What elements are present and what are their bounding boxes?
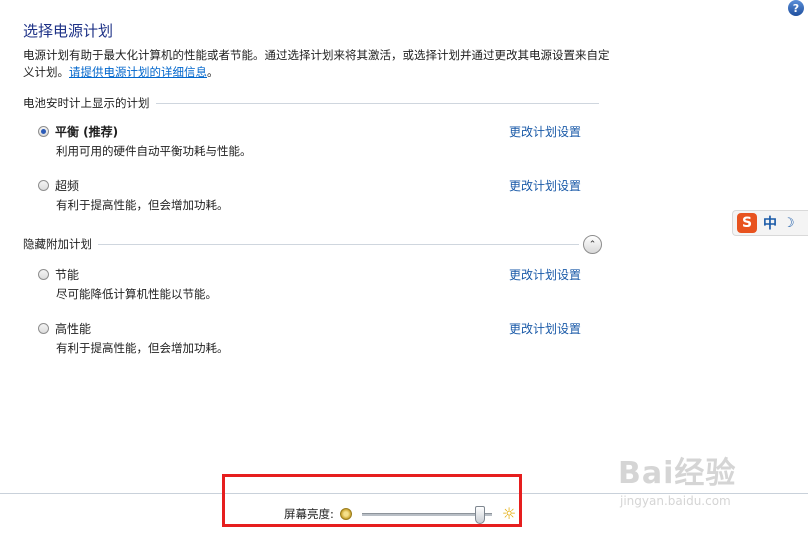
radio-balanced[interactable] [38,125,49,137]
plan-name: 高性能 [55,321,92,336]
watermark-sub: jingyan.baidu.com [620,494,731,508]
ime-toolbar[interactable]: S 中 ☽ [732,210,808,236]
plan-details-link[interactable]: 请提供电源计划的详细信息 [69,65,207,79]
brightness-label: 屏幕亮度: [284,507,334,521]
plan-description: 有利于提高性能，但会增加功耗。 [56,341,229,355]
radio-overclock[interactable] [38,179,49,191]
brightness-high-icon: ☼ [501,504,517,523]
help-icon[interactable]: ? [788,0,804,16]
brightness-slider-thumb[interactable] [474,505,485,524]
intro-text: 电源计划有助于最大化计算机的性能或者节能。通过选择计划来将其激活，或选择计划并通… [23,47,613,81]
change-plan-settings-link[interactable]: 更改计划设置 [509,123,581,140]
hidden-plans-group-header: 隐藏附加计划 [23,237,579,251]
brightness-slider-track[interactable] [361,505,492,524]
ime-mode-chinese[interactable]: 中 [763,213,777,233]
brightness-low-icon [339,508,352,520]
intro-end: 。 [207,65,219,79]
radio-power-saver[interactable] [38,268,49,280]
battery-meter-group-header: 电池安时计上显示的计划 [23,96,599,110]
plan-overclock[interactable]: 超频 有利于提高性能，但会增加功耗。 更改计划设置 [38,177,598,213]
screen-brightness-control: 屏幕亮度: ☼ [284,504,517,524]
plan-description: 利用可用的硬件自动平衡功耗与性能。 [56,144,252,158]
change-plan-settings-link[interactable]: 更改计划设置 [509,177,581,194]
baidu-watermark: Bai经验 jingyan.baidu.com [618,448,798,518]
plan-name: 超频 [55,178,80,193]
sogou-logo-icon[interactable]: S [737,213,757,233]
change-plan-settings-link[interactable]: 更改计划设置 [509,266,581,283]
plan-description: 有利于提高性能，但会增加功耗。 [56,198,229,212]
plan-name: 节能 [55,267,80,282]
page-title: 选择电源计划 [23,22,114,40]
plan-high-performance[interactable]: 高性能 有利于提高性能，但会增加功耗。 更改计划设置 [38,320,598,356]
watermark-main: Bai经验 [618,456,737,491]
plan-balanced[interactable]: 平衡 (推荐) 利用可用的硬件自动平衡功耗与性能。 更改计划设置 [38,123,598,159]
divider [155,102,599,104]
collapse-chevron-up-icon[interactable]: ⌃ [583,235,602,254]
plan-description: 尽可能降低计算机性能以节能。 [56,287,217,301]
radio-high-performance[interactable] [38,322,49,334]
change-plan-settings-link[interactable]: 更改计划设置 [509,320,581,337]
group-label: 电池安时计上显示的计划 [23,96,150,110]
divider [98,243,579,245]
group-label: 隐藏附加计划 [23,237,92,251]
plan-power-saver[interactable]: 节能 尽可能降低计算机性能以节能。 更改计划设置 [38,266,598,302]
plan-name: 平衡 (推荐) [55,124,119,139]
moon-icon[interactable]: ☽ [783,216,795,231]
